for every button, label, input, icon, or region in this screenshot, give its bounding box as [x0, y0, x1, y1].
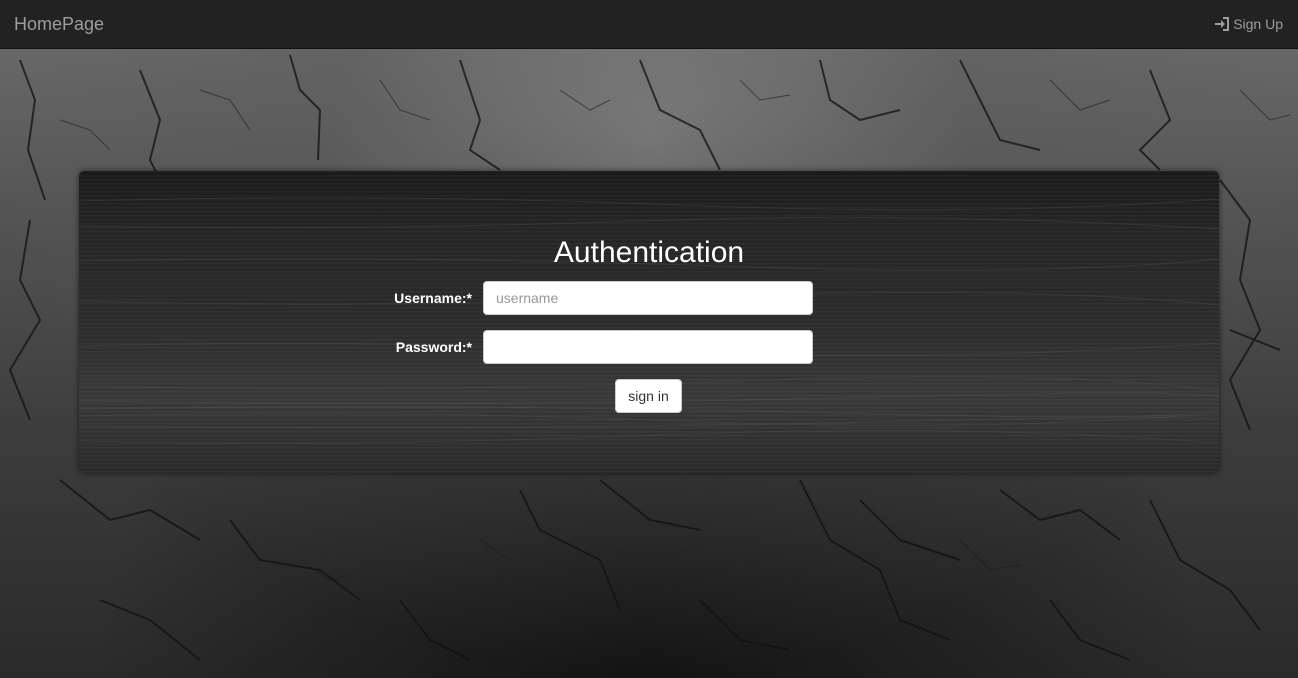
username-label: Username:* [394, 290, 472, 306]
username-input[interactable] [483, 281, 813, 315]
navbar: HomePage Sign Up [0, 0, 1298, 49]
sign-in-button[interactable]: sign in [615, 379, 682, 413]
brand-link[interactable]: HomePage [14, 13, 104, 35]
page-title: Authentication [553, 236, 745, 269]
password-label: Password:* [395, 339, 472, 355]
sign-up-label: Sign Up [1233, 16, 1283, 32]
password-input[interactable] [483, 330, 813, 364]
sign-up-link[interactable]: Sign Up [1214, 15, 1283, 33]
wood-grain [79, 197, 1219, 444]
authentication-panel: Authentication Username:* Password:* sig… [79, 171, 1219, 473]
sign-in-icon [1214, 17, 1230, 31]
